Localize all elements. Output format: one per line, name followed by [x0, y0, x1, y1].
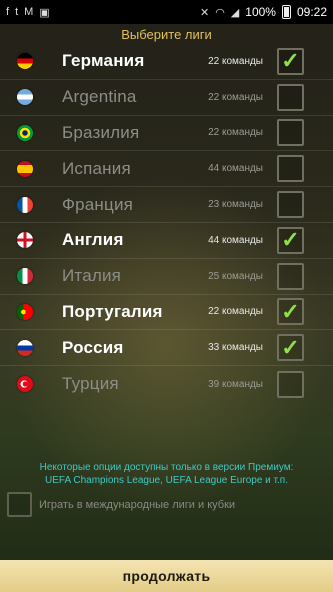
battery-level: 100%: [245, 5, 276, 19]
league-name: Бразилия: [62, 122, 140, 142]
league-name: Англия: [62, 230, 124, 250]
clock: 09:22: [296, 5, 327, 19]
international-checkbox[interactable]: [7, 492, 32, 517]
league-checkbox[interactable]: ✓: [277, 262, 304, 290]
league-name: Argentina: [62, 87, 137, 107]
premium-note-line2: UEFA Champions League, UEFA League Europ…: [45, 475, 288, 486]
league-row-portugal[interactable]: Португалия 22 команды ✓: [0, 295, 333, 331]
status-system: ✕ ◠ ◢ 100% 09:22: [200, 5, 327, 19]
international-option[interactable]: Играть в международные лиги и кубки: [7, 492, 235, 517]
league-row-spain[interactable]: Испания 44 команды ✓: [0, 151, 333, 188]
league-name: Италия: [62, 266, 122, 286]
team-count: 33 команды: [208, 342, 263, 354]
premium-note: Некоторые опции доступны только в версии…: [0, 461, 333, 487]
league-row-england[interactable]: Англия 44 команды ✓: [0, 223, 333, 259]
international-label: Играть в международные лиги и кубки: [39, 498, 236, 511]
league-checkbox[interactable]: ✓: [277, 155, 304, 183]
turkey-flag-icon: [17, 376, 33, 393]
gallery-icon: ▣: [39, 6, 50, 19]
league-checkbox[interactable]: ✓: [277, 83, 304, 111]
league-row-turkey[interactable]: Турция 39 команды ✓: [0, 366, 333, 402]
league-row-italy[interactable]: Италия 25 команды ✓: [0, 259, 333, 295]
status-bar: f t M ▣ ✕ ◠ ◢ 100% 09:22: [0, 0, 333, 24]
league-checkbox[interactable]: ✓: [277, 226, 304, 254]
check-icon: ✓: [281, 48, 300, 74]
team-count: 25 команды: [208, 270, 263, 282]
check-icon: ✓: [281, 227, 300, 253]
team-count: 23 команды: [208, 199, 263, 211]
team-count: 44 команды: [208, 163, 263, 175]
league-name: Россия: [62, 337, 124, 357]
league-row-argentina[interactable]: Argentina 22 команды ✓: [0, 80, 333, 116]
england-flag-icon: [17, 232, 33, 249]
facebook-icon: f: [6, 6, 10, 18]
continue-button[interactable]: продолжать: [0, 560, 333, 592]
spain-flag-icon: [17, 160, 33, 177]
portugal-flag-icon: [17, 303, 33, 320]
league-checkbox[interactable]: ✓: [277, 370, 304, 398]
league-checkbox[interactable]: ✓: [277, 47, 304, 75]
team-count: 39 команды: [208, 378, 263, 390]
russia-flag-icon: [17, 339, 33, 356]
team-count: 44 команды: [208, 234, 263, 246]
team-count: 22 команды: [208, 127, 263, 139]
league-name: Португалия: [62, 301, 163, 321]
league-name: Испания: [62, 158, 131, 178]
germany-flag-icon: [17, 53, 33, 70]
league-checkbox[interactable]: ✓: [277, 334, 304, 362]
premium-note-line1: Некоторые опции доступны только в версии…: [39, 462, 294, 473]
tumblr-icon: t: [15, 6, 19, 18]
league-row-france[interactable]: Франция 23 команды ✓: [0, 187, 333, 223]
battery-icon: [281, 5, 291, 19]
league-name: Турция: [62, 374, 119, 394]
league-checkbox[interactable]: ✓: [277, 191, 304, 219]
league-row-germany[interactable]: Германия 22 команды ✓: [0, 44, 333, 80]
league-name: Франция: [62, 194, 134, 214]
mute-icon: ✕: [199, 6, 210, 19]
team-count: 22 команды: [208, 91, 263, 103]
page-title: Выберите лиги: [121, 27, 212, 42]
league-row-russia[interactable]: Россия 33 команды ✓: [0, 330, 333, 367]
check-icon: ✓: [281, 298, 300, 324]
league-row-brazil[interactable]: Бразилия 22 команды ✓: [0, 116, 333, 152]
check-icon: ✓: [281, 334, 300, 360]
league-checkbox[interactable]: ✓: [277, 119, 304, 147]
italy-flag-icon: [17, 268, 33, 285]
france-flag-icon: [17, 196, 33, 213]
status-notifications: f t M ▣: [6, 6, 50, 19]
league-checkbox[interactable]: ✓: [277, 298, 304, 326]
team-count: 22 команды: [208, 306, 263, 318]
league-name: Германия: [62, 51, 145, 71]
league-list: Германия 22 команды ✓ Argentina 22 коман…: [0, 44, 333, 402]
brazil-flag-icon: [17, 124, 33, 141]
wifi-icon: ◠: [215, 6, 225, 19]
signal-icon: ◢: [230, 6, 240, 19]
gmail-icon: M: [24, 6, 34, 18]
argentina-flag-icon: [17, 89, 33, 106]
team-count: 22 команды: [208, 55, 263, 67]
